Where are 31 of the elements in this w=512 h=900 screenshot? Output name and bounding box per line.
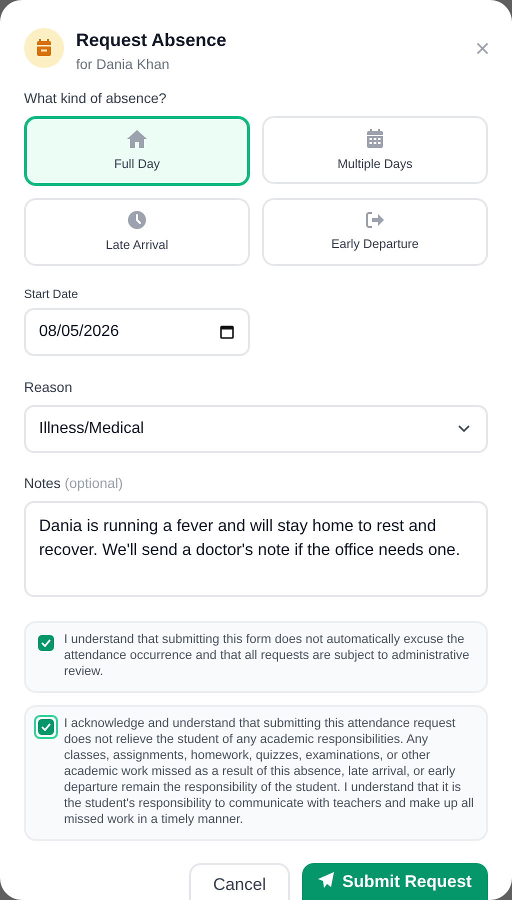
absence-type-option[interactable]: Late Arrival: [24, 198, 250, 266]
exit-arrow-icon: [366, 212, 384, 228]
dialog-title: Request Absence: [76, 29, 228, 52]
check-icon: [41, 639, 51, 647]
absence-type-option[interactable]: Full Day: [24, 116, 250, 186]
chevron-down-icon: [458, 425, 470, 433]
calendar-icon: [220, 325, 234, 339]
absence-type-option[interactable]: Multiple Days: [262, 116, 488, 184]
checkbox[interactable]: [38, 719, 54, 735]
field-label: What kind of absence?: [24, 89, 168, 108]
close-button[interactable]: [474, 40, 490, 56]
check-icon: [41, 723, 51, 731]
paper-plane-icon: [318, 872, 334, 888]
clock-icon: [128, 211, 146, 229]
calendar-badge-icon: [24, 28, 64, 68]
calendar-icon: [367, 128, 383, 148]
optional-hint: (optional): [64, 474, 123, 493]
field-label: Start Date: [24, 286, 80, 302]
reason-dropdown[interactable]: Illness/Medical: [24, 405, 488, 453]
cancel-button[interactable]: Cancel: [189, 863, 290, 900]
date-field[interactable]: 08/05/2026: [24, 308, 250, 356]
house-icon: [127, 130, 147, 148]
notes-textarea[interactable]: Dania is running a fever and will stay home to rest and recover. We'll send a doctor's note if the office needs one.: [24, 501, 488, 597]
submit-button[interactable]: Submit Request: [302, 863, 488, 900]
checkbox[interactable]: [38, 635, 54, 651]
field-label: Notes: [24, 474, 61, 493]
absence-type-option[interactable]: Early Departure: [262, 198, 488, 266]
acknowledgement-text: I acknowledge and understand that submitting this attendance request does not relieve the student of any academic responsibilities. Any classes, assignments, homework, quizzes, examinations, or other academic work missed as a result of this absence, late arrival, or early departure remain the responsibility of the student. I understand that it is the student's responsibility to communicate with teachers and make up all missed work in a timely manner.: [64, 715, 474, 827]
dialog-subtitle: for Dania Khan: [76, 55, 170, 74]
field-label: Reason: [24, 378, 74, 397]
acknowledgement-text: I understand that submitting this form does not automatically excuse the attendance occurrence and that all requests are subject to administrative review.: [64, 631, 470, 679]
